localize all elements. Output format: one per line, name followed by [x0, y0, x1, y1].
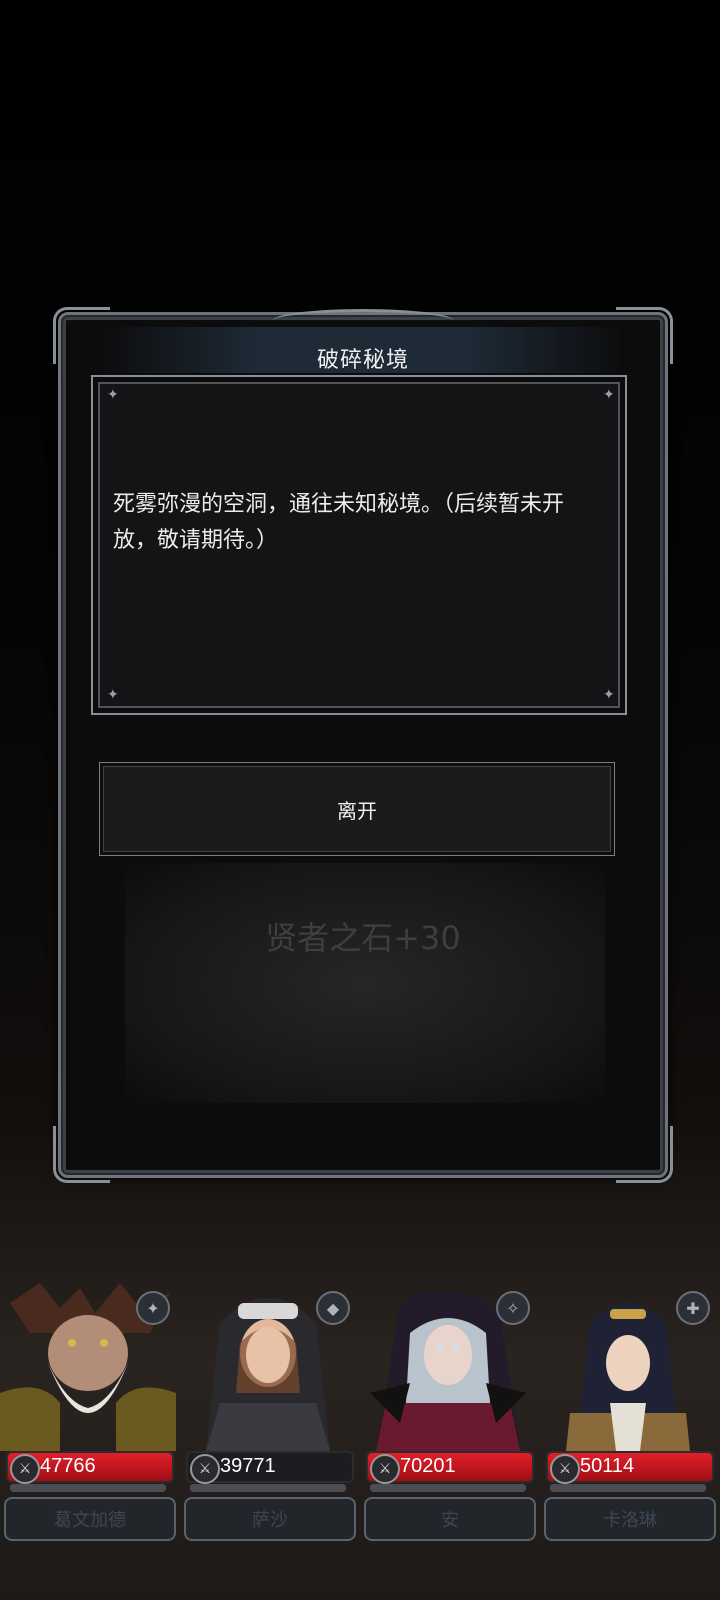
energy-bar	[370, 1484, 526, 1492]
attack-power-icon: ⚔	[10, 1454, 40, 1484]
hero-name: 葛文加德	[4, 1497, 176, 1541]
attack-power-icon: ⚔	[370, 1454, 400, 1484]
event-description: 死雾弥漫的空洞，通往未知秘境。（后续暂未开放，敬请期待。）	[113, 492, 565, 553]
party-member-card[interactable]: ✦ ⚔ 47766 葛文加德	[0, 1283, 176, 1545]
event-dialog: 破碎秘境 ✦ ✦ ✦ ✦ 死雾弥漫的空洞，通往未知秘境。（后续暂未开放，敬请期待…	[53, 307, 673, 1183]
hp-bar: ⚔ 70201	[366, 1451, 534, 1484]
attack-power-icon: ⚔	[190, 1454, 220, 1484]
reward-text: 贤者之石+30	[265, 919, 461, 957]
frame-corner-ornament	[616, 1126, 673, 1183]
background-scroll	[125, 863, 605, 1103]
title-crest-ornament	[273, 309, 453, 332]
frame-corner-ornament	[53, 1126, 110, 1183]
holy-class-icon: ✚	[676, 1291, 710, 1325]
party-member-card[interactable]: ✧ ⚔ 70201 安	[360, 1283, 536, 1545]
hero-power-value: 39771	[220, 1455, 276, 1477]
magic-class-icon: ✧	[496, 1291, 530, 1325]
hp-bar: ⚔ 47766	[6, 1451, 174, 1484]
description-panel: ✦ ✦ ✦ ✦ 死雾弥漫的空洞，通往未知秘境。（后续暂未开放，敬请期待。）	[91, 375, 627, 715]
sparkle-icon: ✦	[603, 387, 615, 403]
title-band: 破碎秘境	[101, 309, 625, 373]
sparkle-icon: ✦	[107, 687, 119, 703]
hp-bar: ⚔ 50114	[546, 1451, 714, 1484]
sparkle-icon: ✦	[603, 687, 615, 703]
energy-bar	[10, 1484, 166, 1492]
sparkle-icon: ✦	[107, 387, 119, 403]
attack-power-icon: ⚔	[550, 1454, 580, 1484]
party-member-card[interactable]: ✚ ⚔ 50114 卡洛琳	[540, 1283, 716, 1545]
shield-class-icon: ◆	[316, 1291, 350, 1325]
hero-name: 卡洛琳	[544, 1497, 716, 1541]
energy-bar	[550, 1484, 706, 1492]
hero-name: 安	[364, 1497, 536, 1541]
hero-power-value: 70201	[400, 1455, 456, 1477]
hero-name: 萨沙	[184, 1497, 356, 1541]
hp-bar: ⚔ 39771	[186, 1451, 354, 1484]
party-member-card[interactable]: ◆ ⚔ 39771 萨沙	[180, 1283, 356, 1545]
leave-button[interactable]: 离开	[99, 762, 615, 856]
energy-bar	[190, 1484, 346, 1492]
hero-power-value: 50114	[580, 1455, 635, 1477]
hero-power-value: 47766	[40, 1455, 96, 1477]
dialog-title: 破碎秘境	[316, 348, 409, 373]
sword-class-icon: ✦	[136, 1291, 170, 1325]
